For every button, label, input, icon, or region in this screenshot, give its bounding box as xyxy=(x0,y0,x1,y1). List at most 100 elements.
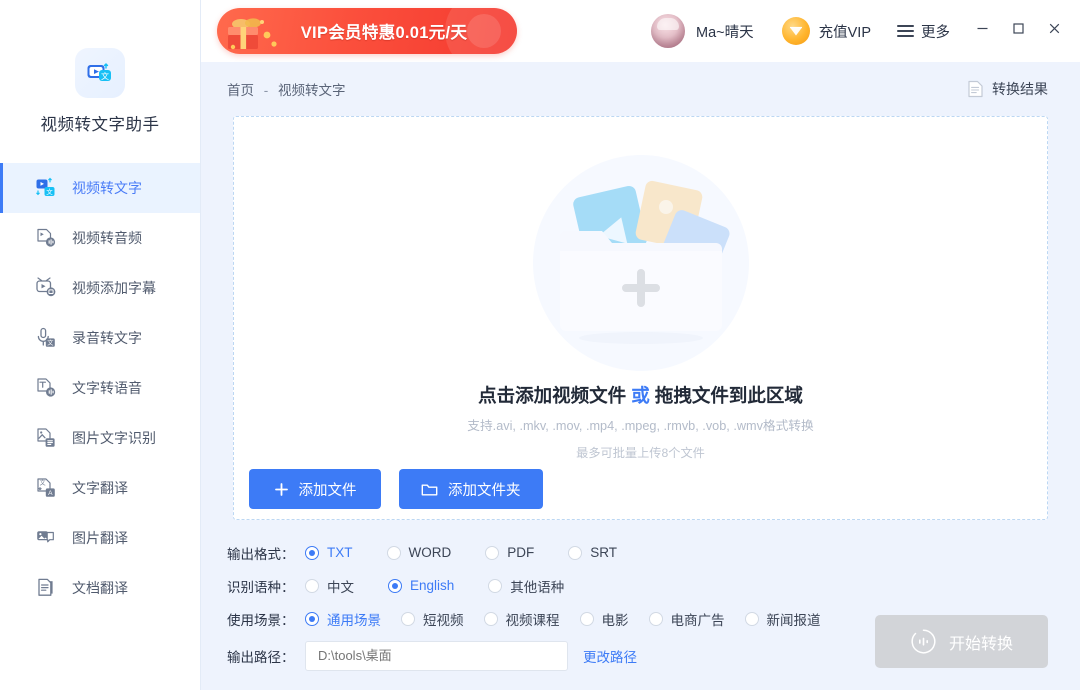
language-label: 识别语种： xyxy=(227,576,305,596)
topbar: VIP会员特惠0.01元/天 Ma~晴天 充值VIP 更多 xyxy=(201,0,1080,62)
dropzone-title-or: 或 xyxy=(631,385,650,406)
sidebar-item-text-translate[interactable]: 文 A 文字翻译 xyxy=(0,463,200,513)
radio-label: 短视频 xyxy=(423,609,464,629)
radio-language-other[interactable]: 其他语种 xyxy=(488,576,564,596)
dropzone-title-tail: 拖拽文件到此区域 xyxy=(655,385,803,406)
radio-dot xyxy=(305,546,319,560)
radio-label: WORD xyxy=(409,545,452,560)
sidebar-item-image-translate[interactable]: 图片翻译 xyxy=(0,513,200,563)
svg-text:文: 文 xyxy=(46,187,53,196)
sidebar-item-video-to-text[interactable]: 文 视频转文字 xyxy=(0,163,200,213)
radio-scene-short-video[interactable]: 短视频 xyxy=(401,609,464,629)
file-dropzone[interactable]: 点击添加视频文件 或 拖拽文件到此区域 支持.avi, .mkv, .mov, … xyxy=(233,116,1048,520)
radio-format-srt[interactable]: SRT xyxy=(568,545,617,560)
sidebar-item-audio-to-text[interactable]: 文 录音转文字 xyxy=(0,313,200,363)
language-row: 识别语种： 中文 English 其他语种 xyxy=(227,569,1080,602)
output-path-input[interactable] xyxy=(305,641,568,671)
sidebar: 文 视频转文字助手 文 视频转文字 xyxy=(0,0,201,690)
sidebar-item-label: 文字翻译 xyxy=(72,478,128,498)
radio-label: TXT xyxy=(327,545,353,560)
radio-format-txt[interactable]: TXT xyxy=(305,545,353,560)
folder-upload-illustration xyxy=(234,155,1047,375)
change-path-link[interactable]: 更改路径 xyxy=(583,646,637,666)
sidebar-item-image-ocr[interactable]: 图片文字识别 xyxy=(0,413,200,463)
close-button[interactable] xyxy=(1036,13,1072,49)
audio-to-text-icon: 文 xyxy=(33,325,59,351)
folder-icon xyxy=(421,482,438,497)
breadcrumb-home[interactable]: 首页 xyxy=(227,83,254,98)
radio-dot xyxy=(568,546,582,560)
sidebar-item-text-to-speech[interactable]: 文字转语音 xyxy=(0,363,200,413)
radio-dot xyxy=(484,612,498,626)
vip-banner-label: VIP会员特惠0.01元/天 xyxy=(267,19,468,43)
minimize-button[interactable] xyxy=(964,13,1000,49)
radio-scene-ecommerce-ad[interactable]: 电商广告 xyxy=(649,609,725,629)
radio-scene-video-course[interactable]: 视频课程 xyxy=(484,609,560,629)
sidebar-item-document-translate[interactable]: 文档翻译 xyxy=(0,563,200,613)
svg-text:文: 文 xyxy=(40,479,46,487)
radio-label: 电商广告 xyxy=(671,609,725,629)
radio-dot xyxy=(488,579,502,593)
sidebar-item-video-add-subtitle[interactable]: 视频添加字幕 xyxy=(0,263,200,313)
scene-label: 使用场景： xyxy=(227,609,305,629)
dropzone-title-main: 点击添加视频文件 xyxy=(478,385,626,406)
breadcrumb-row: 首页 - 视频转文字 转换结果 xyxy=(201,62,1080,116)
radio-label: 通用场景 xyxy=(327,609,381,629)
output-format-label: 输出格式： xyxy=(227,543,305,563)
video-to-text-icon: 文 xyxy=(33,175,59,201)
output-path-label: 输出路径： xyxy=(227,646,305,666)
radio-language-chinese[interactable]: 中文 xyxy=(305,576,354,596)
conversion-result-label: 转换结果 xyxy=(992,79,1048,99)
brand: 文 视频转文字助手 xyxy=(0,0,200,135)
recharge-vip-button[interactable]: 充值VIP xyxy=(782,17,871,45)
radio-dot xyxy=(401,612,415,626)
start-conversion-button[interactable]: 开始转换 xyxy=(875,615,1048,668)
radio-scene-general[interactable]: 通用场景 xyxy=(305,609,381,629)
hamburger-menu-icon xyxy=(897,21,914,40)
sidebar-item-label: 文档翻译 xyxy=(72,578,128,598)
recharge-vip-label: 充值VIP xyxy=(819,21,871,42)
conversion-result-button[interactable]: 转换结果 xyxy=(967,79,1048,99)
brand-name: 视频转文字助手 xyxy=(41,111,160,135)
vip-promo-banner[interactable]: VIP会员特惠0.01元/天 xyxy=(217,8,517,54)
sidebar-item-label: 视频转音频 xyxy=(72,228,142,248)
svg-text:A: A xyxy=(48,490,53,497)
radio-format-pdf[interactable]: PDF xyxy=(485,545,534,560)
radio-dot xyxy=(305,579,319,593)
radio-format-word[interactable]: WORD xyxy=(387,545,452,560)
user-profile[interactable]: Ma~晴天 xyxy=(651,14,754,48)
app-window: 文 视频转文字助手 文 视频转文字 xyxy=(0,0,1080,690)
user-avatar xyxy=(651,14,685,48)
radio-dot xyxy=(485,546,499,560)
radio-dot xyxy=(305,612,319,626)
image-translate-icon xyxy=(33,525,59,551)
add-file-button[interactable]: 添加文件 xyxy=(249,469,381,509)
radio-scene-movie[interactable]: 电影 xyxy=(580,609,629,629)
sidebar-item-label: 视频添加字幕 xyxy=(72,278,156,298)
radio-dot xyxy=(387,546,401,560)
sidebar-item-video-to-audio[interactable]: 视频转音频 xyxy=(0,213,200,263)
minimize-icon xyxy=(975,21,990,41)
add-file-label: 添加文件 xyxy=(299,479,357,500)
maximize-icon xyxy=(1011,21,1026,41)
radio-scene-news[interactable]: 新闻报道 xyxy=(745,609,821,629)
start-conversion-label: 开始转换 xyxy=(949,630,1013,654)
svg-text:文: 文 xyxy=(47,339,53,347)
gift-box-icon xyxy=(223,10,283,54)
radio-label: SRT xyxy=(590,545,617,560)
more-menu-button[interactable]: 更多 xyxy=(897,21,950,42)
radio-label: PDF xyxy=(507,545,534,560)
options-panel: 输出格式： TXT WORD PDF SRT xyxy=(201,520,1080,690)
radio-language-english[interactable]: English xyxy=(388,578,454,593)
sidebar-item-label: 录音转文字 xyxy=(72,328,142,348)
radio-dot xyxy=(580,612,594,626)
breadcrumb-separator: - xyxy=(264,83,269,98)
video-to-audio-icon xyxy=(33,225,59,251)
radio-dot xyxy=(745,612,759,626)
dropzone-supported-formats: 支持.avi, .mkv, .mov, .mp4, .mpeg, .rmvb, … xyxy=(234,415,1047,434)
user-name: Ma~晴天 xyxy=(696,21,754,42)
dropzone-title: 点击添加视频文件 或 拖拽文件到此区域 xyxy=(234,382,1047,408)
sidebar-nav: 文 视频转文字 xyxy=(0,163,200,613)
add-folder-button[interactable]: 添加文件夹 xyxy=(399,469,543,509)
maximize-button[interactable] xyxy=(1000,13,1036,49)
